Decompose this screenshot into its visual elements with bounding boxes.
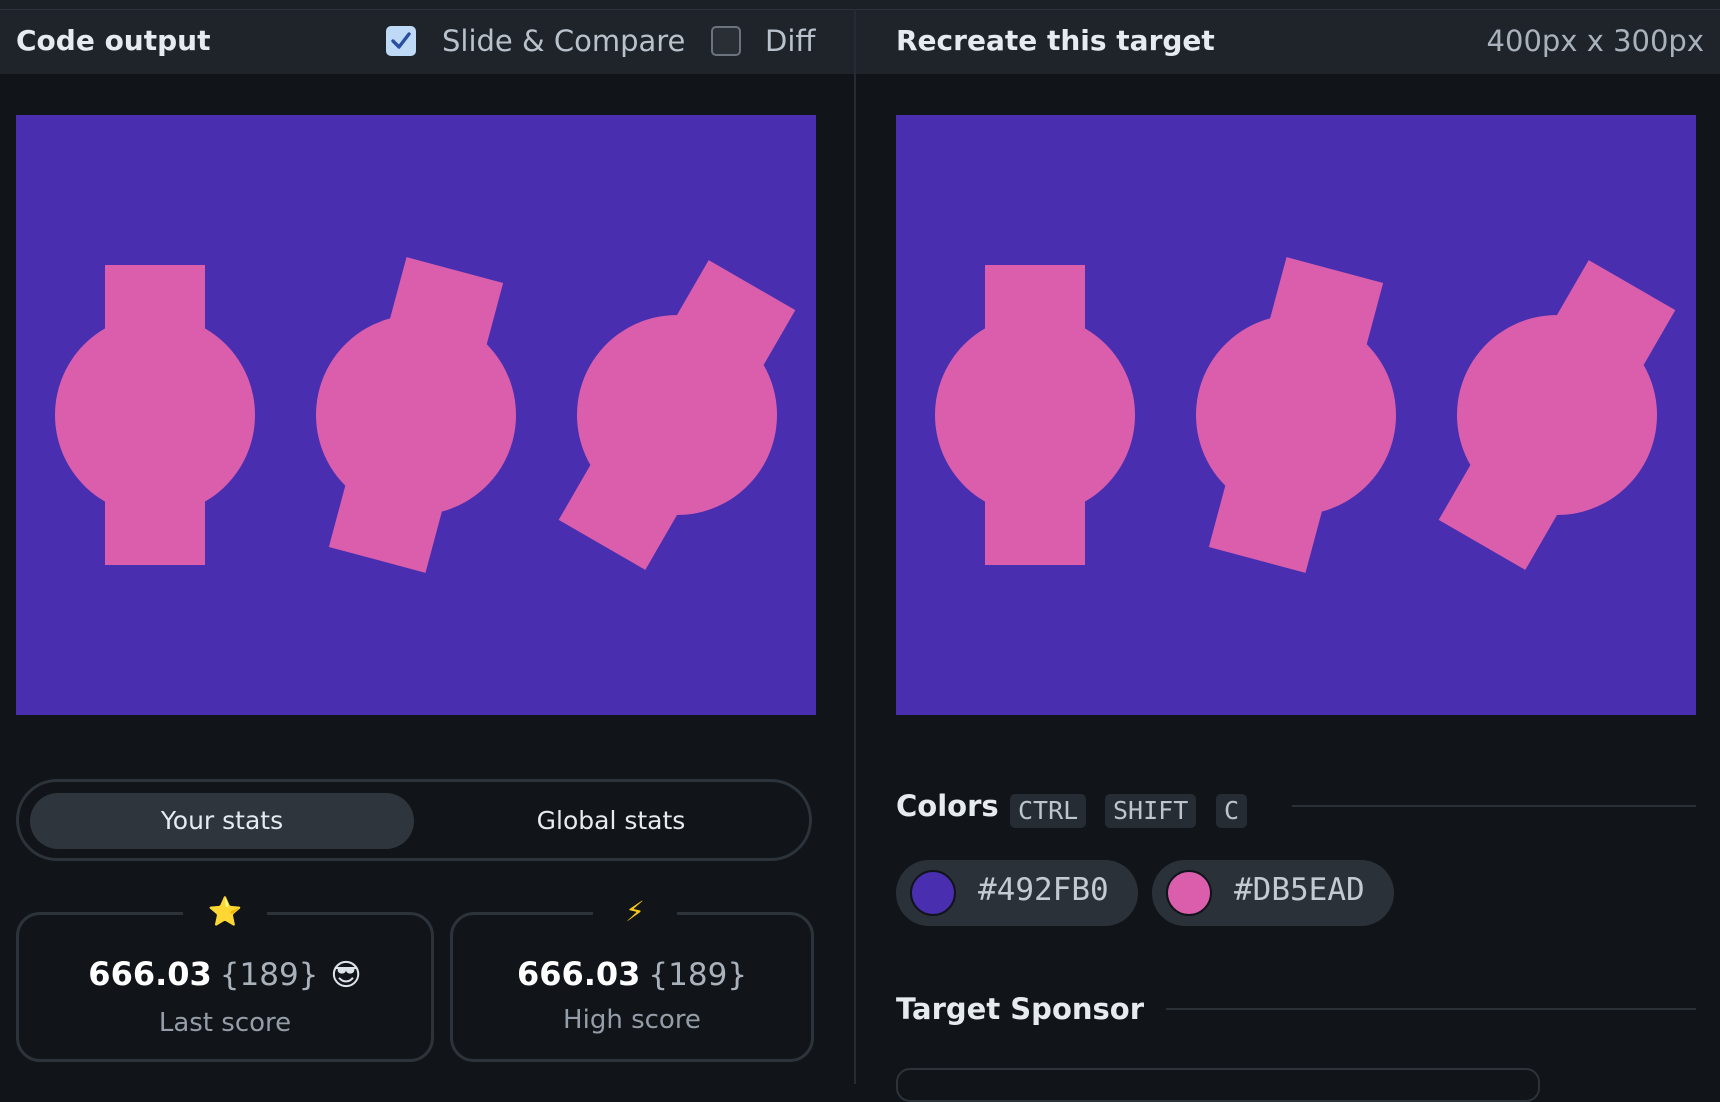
target-title: Recreate this target	[896, 24, 1215, 57]
high-score-count: {189}	[648, 957, 748, 993]
output-canvas[interactable]	[16, 115, 816, 715]
sunglasses-emoji-icon: 😎	[330, 958, 362, 993]
column-divider	[854, 9, 856, 1084]
code-output-title: Code output	[16, 24, 211, 57]
shortcut-key-shift: SHIFT	[1105, 794, 1197, 828]
sponsor-card[interactable]	[896, 1068, 1540, 1102]
color-hex-2: #DB5EAD	[1234, 872, 1365, 908]
shortcut-key-c: C	[1216, 794, 1248, 828]
high-score-line: 666.03 {189}	[453, 955, 811, 993]
colors-title: Colors	[896, 789, 999, 823]
target-dimensions: 400px x 300px	[1486, 24, 1704, 58]
color-hex-1: #492FB0	[978, 872, 1109, 908]
colors-divider	[1292, 805, 1696, 807]
diff-label[interactable]: Diff	[765, 24, 815, 58]
slide-compare-label[interactable]: Slide & Compare	[442, 24, 685, 58]
tab-your-stats[interactable]: Your stats	[30, 793, 414, 849]
lightning-icon: ⚡	[593, 895, 677, 929]
sponsor-divider	[1166, 1008, 1696, 1010]
color-chip-1[interactable]: #492FB0	[896, 860, 1138, 926]
window-top-strip	[0, 0, 1720, 10]
high-score-value: 666.03	[516, 955, 641, 993]
last-score-value: 666.03	[88, 955, 212, 993]
color-swatch-2	[1166, 870, 1212, 916]
diff-checkbox[interactable]	[711, 26, 741, 56]
last-score-label: Last score	[158, 1008, 292, 1038]
check-icon	[391, 32, 411, 49]
high-score-label: High score	[563, 1005, 701, 1035]
color-swatch-1	[910, 870, 956, 916]
target-sponsor-title: Target Sponsor	[896, 992, 1145, 1026]
last-score-count: {189}	[219, 957, 319, 993]
last-score-line: 666.03 {189} 😎	[19, 955, 431, 993]
stats-tabs: Your stats Global stats	[16, 779, 812, 861]
high-score-card: ⚡ 666.03 {189} High score	[450, 895, 814, 1062]
slide-compare-checkbox[interactable]	[386, 26, 416, 56]
color-chip-2[interactable]: #DB5EAD	[1152, 860, 1394, 926]
last-score-card: ⭐ 666.03 {189} 😎 Last score	[16, 895, 434, 1062]
shortcut-key-ctrl: CTRL	[1010, 794, 1087, 828]
star-icon: ⭐	[183, 895, 267, 929]
target-header: Recreate this target 400px x 300px	[856, 10, 1720, 74]
code-output-header: Code output Slide & Compare Diff	[0, 10, 854, 74]
target-canvas	[896, 115, 1696, 715]
tab-global-stats[interactable]: Global stats	[419, 793, 803, 849]
